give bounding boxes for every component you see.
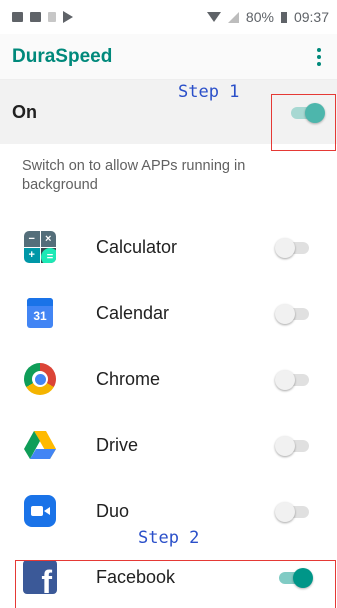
calculator-toggle[interactable] — [275, 236, 313, 258]
calendar-icon: 31 — [22, 295, 58, 331]
wifi-icon — [206, 12, 221, 22]
notification-icons — [12, 11, 73, 23]
step-2-highlight-box — [15, 560, 336, 608]
app-row-chrome[interactable]: Chrome — [0, 346, 337, 412]
step-2-annotation: Step 2 — [138, 528, 200, 548]
notification-icon — [48, 12, 56, 22]
notification-icon — [30, 12, 41, 22]
battery-icon — [280, 11, 287, 23]
step-1-annotation: Step 1 — [178, 82, 240, 102]
app-name: Drive — [96, 434, 139, 455]
step-1-highlight-box — [271, 94, 336, 151]
app-name: Duo — [96, 500, 130, 521]
calendar-toggle[interactable] — [275, 302, 313, 324]
notification-icon — [12, 12, 23, 22]
system-icons: 80% 09:37 — [206, 9, 329, 25]
app-bar: DuraSpeed — [0, 34, 337, 80]
app-row-calendar[interactable]: 31 Calendar — [0, 280, 337, 346]
master-switch-label: On — [12, 101, 37, 122]
chrome-icon — [22, 361, 58, 397]
app-name: Chrome — [96, 368, 161, 389]
duo-icon — [22, 493, 58, 529]
status-bar: 80% 09:37 — [0, 0, 337, 34]
app-row-calculator[interactable]: − × + = Calculator — [0, 214, 337, 280]
calculator-icon: − × + = — [22, 229, 58, 265]
drive-toggle[interactable] — [275, 434, 313, 456]
app-list: − × + = Calculator 31 Calendar Chrome Dr… — [0, 214, 337, 608]
app-name: Calculator — [96, 236, 178, 257]
description-text: Switch on to allow APPs running in backg… — [22, 158, 246, 193]
battery-percent: 80% — [245, 9, 274, 25]
app-row-drive[interactable]: Drive — [0, 412, 337, 478]
more-vert-icon[interactable] — [315, 44, 323, 70]
play-store-icon — [63, 11, 73, 23]
app-name: Calendar — [96, 302, 170, 323]
chrome-toggle[interactable] — [275, 368, 313, 390]
drive-icon — [22, 427, 58, 463]
signal-icon — [227, 11, 239, 23]
app-title: DuraSpeed — [12, 45, 113, 67]
duo-toggle[interactable] — [275, 500, 313, 522]
clock: 09:37 — [293, 9, 329, 25]
